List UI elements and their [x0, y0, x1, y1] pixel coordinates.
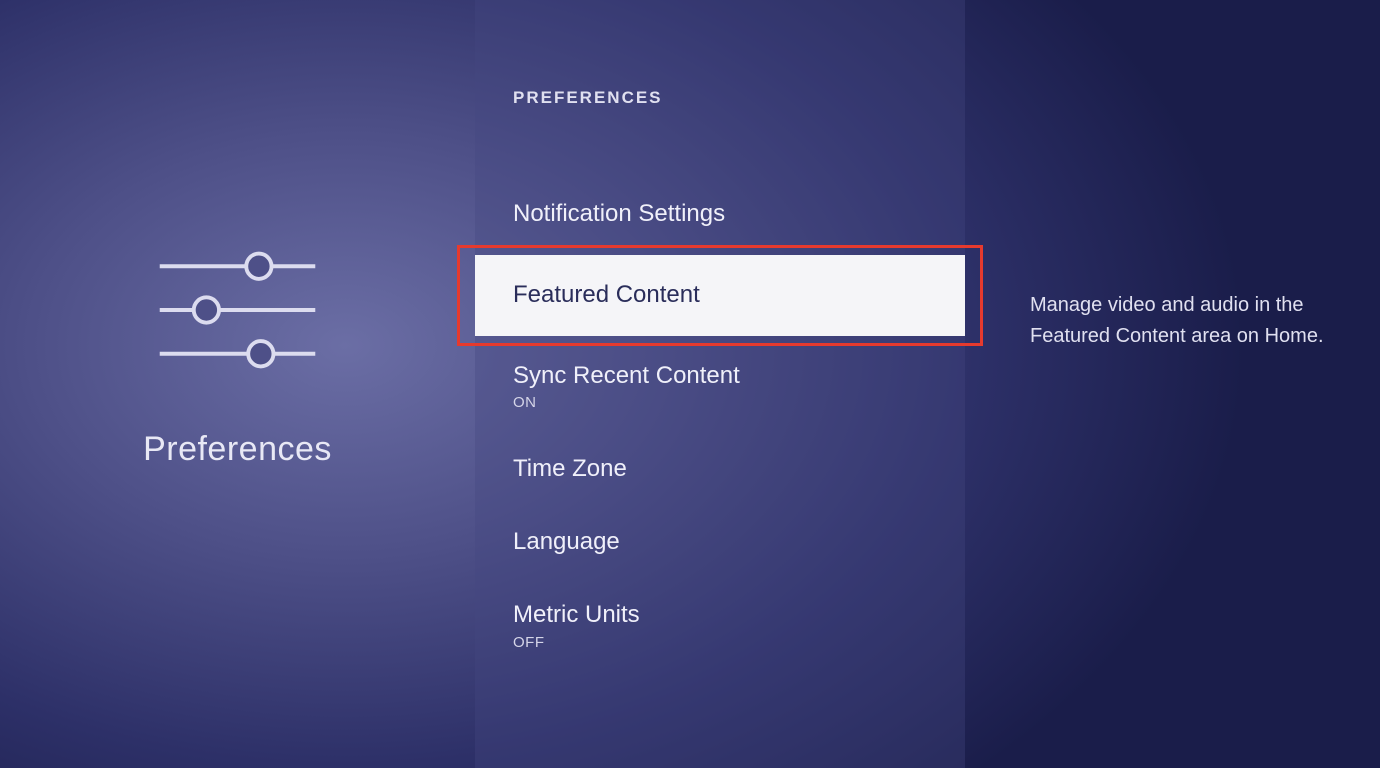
menu-item-notification-settings[interactable]: Notification Settings: [475, 178, 965, 251]
menu-item-sync-recent-content[interactable]: Sync Recent Content ON: [475, 340, 965, 434]
description-panel: Manage video and audio in the Featured C…: [965, 0, 1380, 768]
menu-item-label: Time Zone: [513, 455, 927, 484]
menu-item-label: Featured Content: [513, 281, 927, 310]
left-category-panel: Preferences: [0, 0, 475, 768]
menu-item-label: Language: [513, 528, 927, 557]
menu-list: Notification Settings Featured Content Syn…: [475, 178, 965, 673]
menu-item-metric-units[interactable]: Metric Units OFF: [475, 579, 965, 673]
preferences-menu-panel: PREFERENCES Notification Settings Feature…: [475, 0, 965, 768]
menu-item-time-zone[interactable]: Time Zone: [475, 433, 965, 506]
item-description: Manage video and audio in the Featured C…: [1030, 290, 1340, 352]
menu-item-label: Notification Settings: [513, 200, 927, 229]
menu-item-language[interactable]: Language: [475, 506, 965, 579]
category-title: Preferences: [143, 430, 332, 469]
menu-item-featured-content[interactable]: Featured Content: [475, 255, 965, 336]
panel-header: PREFERENCES: [475, 88, 965, 108]
menu-item-label: Sync Recent Content: [513, 362, 927, 391]
menu-item-sublabel: ON: [513, 394, 927, 411]
menu-item-label: Metric Units: [513, 601, 927, 630]
sliders-icon: [150, 240, 325, 380]
menu-item-sublabel: OFF: [513, 634, 927, 651]
